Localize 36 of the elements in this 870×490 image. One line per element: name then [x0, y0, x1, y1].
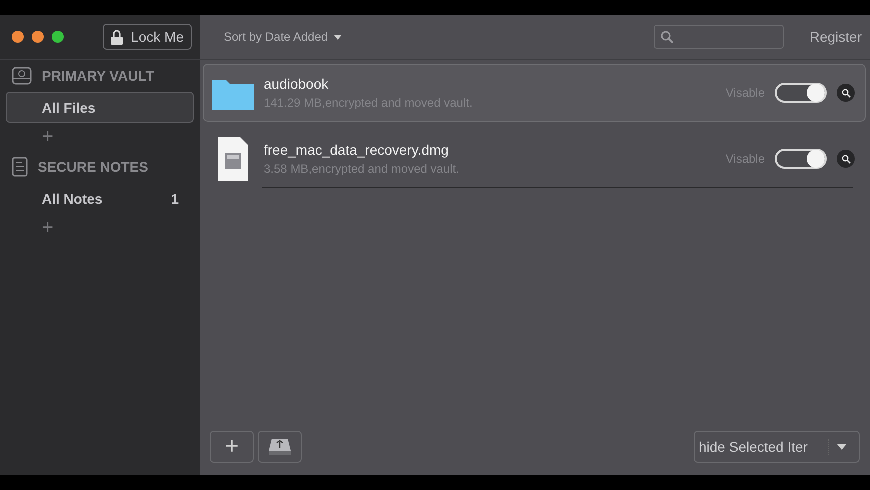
register-link[interactable]: Register [810, 29, 862, 45]
lock-icon [111, 30, 124, 44]
vault-button[interactable] [258, 430, 302, 462]
sidebar-item[interactable]: All Notes 1 [6, 183, 194, 214]
visibility-toggle[interactable] [775, 149, 827, 169]
search-icon[interactable] [837, 84, 855, 102]
visibility-toggle[interactable] [775, 83, 827, 103]
sort-menu[interactable]: Sort by Date Added [224, 30, 342, 44]
search-field[interactable] [654, 25, 784, 49]
window-control[interactable] [12, 31, 24, 43]
file-name: free_mac_data_recovery.dmg [264, 142, 450, 158]
file-details: 3.58 MB,encrypted and moved vault. [264, 162, 460, 176]
caret-icon [334, 34, 342, 40]
caret-icon [837, 444, 847, 450]
lock-button[interactable]: Lock Me [103, 24, 192, 50]
disk-image-icon [216, 137, 250, 181]
sidebar-item[interactable]: All Files [6, 92, 194, 123]
search-icon [660, 30, 674, 44]
item-label: All Notes [42, 190, 103, 206]
document-icon [12, 157, 28, 177]
add-button[interactable]: + [42, 127, 54, 147]
file-row[interactable]: free_mac_data_recovery.dmg 3.58 MB,encrypted and moved vault. Visable [203, 130, 866, 188]
add-button[interactable]: + [210, 430, 254, 462]
section-title: PRIMARY VAULT [42, 68, 154, 84]
file-name: audiobook [264, 76, 330, 92]
visibility-label: Visable [726, 152, 765, 166]
action-dropdown[interactable]: hide Selected Iter [694, 430, 860, 462]
item-label: All Files [42, 100, 96, 116]
search-icon[interactable] [837, 150, 855, 168]
window-control[interactable] [32, 31, 44, 43]
hard-drive-icon [12, 67, 32, 85]
drive-icon [269, 438, 291, 454]
add-button[interactable]: + [42, 218, 54, 238]
window-control[interactable] [52, 31, 64, 43]
item-count: 1 [171, 190, 179, 206]
section-title: SECURE NOTES [38, 159, 148, 175]
